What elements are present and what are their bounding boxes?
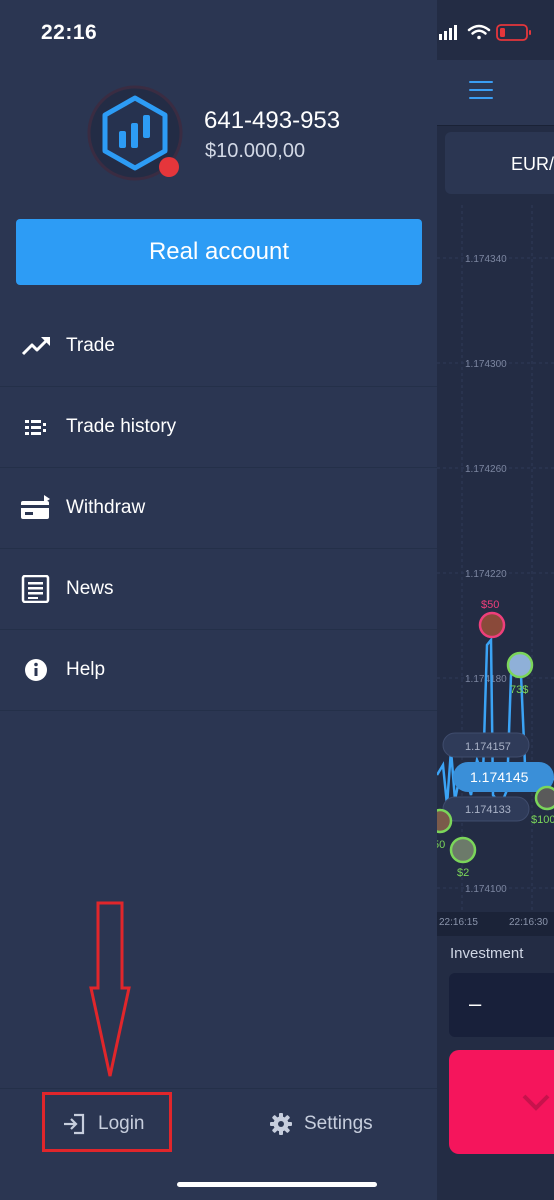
put-button[interactable] [449, 1050, 554, 1154]
trade-badge: $50 [481, 599, 499, 611]
trader-marker [437, 808, 453, 834]
wifi-icon [467, 24, 491, 40]
gear-icon [270, 1113, 292, 1135]
investment-label: Investment [450, 945, 524, 962]
app-screen: EUR/ 1.174340 1.174300 1.174260 1.174220… [0, 0, 554, 1200]
trader-marker [534, 785, 554, 811]
navigation-drawer: 22:16 641-493-953 $10.000,00 Real accoun… [0, 0, 437, 1200]
price-pill-label: 1.174157 [465, 741, 511, 753]
decrease-investment-button[interactable]: – [469, 991, 481, 1017]
settings-label: Settings [304, 1113, 373, 1134]
trading-panel: EUR/ 1.174340 1.174300 1.174260 1.174220… [437, 0, 554, 1200]
trend-up-icon [21, 337, 50, 356]
price-label: 1.174300 [465, 359, 507, 370]
menu-item-label: Withdraw [66, 497, 146, 518]
status-icons [439, 24, 531, 41]
login-highlight-annotation [42, 1092, 172, 1152]
signal-icon [439, 25, 457, 40]
menu-item-help[interactable]: Help [0, 630, 437, 711]
price-chart[interactable]: 1.174340 1.174300 1.174260 1.174220 1.17… [437, 205, 554, 930]
menu-item-trade[interactable]: Trade [0, 306, 437, 387]
menu-item-label: Help [66, 659, 106, 680]
list-icon [25, 420, 46, 435]
chevron-down-icon [522, 1094, 550, 1111]
trade-badge: $2 [457, 867, 469, 879]
info-icon [25, 659, 47, 681]
settings-button[interactable]: Settings [270, 1109, 373, 1139]
newspaper-icon [21, 575, 50, 603]
trading-header [437, 60, 554, 126]
menu-item-label: Trade [66, 335, 115, 356]
home-indicator [177, 1182, 377, 1187]
investment-input[interactable]: – [449, 973, 554, 1037]
drawer-menu: Trade Trade history Withdraw News Help [0, 306, 437, 711]
menu-item-withdraw[interactable]: Withdraw [0, 468, 437, 549]
asset-pair-label: EUR/ [511, 154, 554, 174]
trader-marker [478, 611, 506, 639]
trade-badge: 50 [437, 839, 445, 851]
down-arrow-annotation [89, 901, 131, 1077]
battery-icon [496, 24, 531, 41]
trade-badge: 73$ [510, 684, 528, 696]
menu-icon[interactable] [469, 81, 493, 101]
price-pill-label: 1.174133 [465, 804, 511, 816]
time-axis: 22:16:15 22:16:30 [437, 912, 554, 936]
price-label: 1.174100 [465, 884, 507, 895]
current-price-label: 1.174145 [470, 769, 529, 785]
real-account-button[interactable]: Real account [16, 219, 422, 285]
menu-item-news[interactable]: News [0, 549, 437, 630]
status-dot [159, 157, 179, 177]
price-label: 1.174340 [465, 254, 507, 265]
account-avatar[interactable] [86, 84, 184, 182]
price-label: 1.174220 [465, 569, 507, 580]
menu-item-label: News [66, 578, 114, 599]
trader-marker [449, 836, 477, 864]
status-time: 22:16 [41, 21, 98, 44]
account-id: 641-493-953 [204, 107, 341, 134]
trader-marker [506, 651, 534, 679]
time-label: 22:16:15 [439, 917, 478, 928]
asset-selector[interactable]: EUR/ [445, 132, 554, 194]
menu-item-trade-history[interactable]: Trade history [0, 387, 437, 468]
account-balance: $10.000,00 [205, 140, 306, 162]
time-label: 22:16:30 [509, 917, 548, 928]
price-label: 1.174260 [465, 464, 507, 475]
menu-item-label: Trade history [66, 416, 177, 437]
card-icon [21, 495, 50, 519]
trade-badge: $100 [531, 814, 554, 826]
